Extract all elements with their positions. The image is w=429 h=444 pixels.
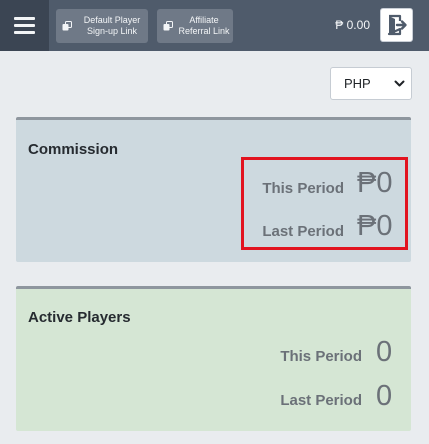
commission-this-period-label: This Period — [262, 180, 344, 197]
default-player-signup-link-label: Default Player Sign-up Link — [83, 15, 141, 36]
copy-icon — [163, 21, 173, 31]
active-players-title: Active Players — [28, 309, 131, 326]
top-bar: Default Player Sign-up Link Affiliate Re… — [0, 0, 429, 51]
commission-card: Commission This Period ₱0 Last Period ₱0 — [16, 117, 411, 262]
wallet-balance: ₱ 0.00 — [335, 18, 370, 32]
affiliate-referral-link-label: Affiliate Referral Link — [178, 15, 230, 36]
chevron-down-icon — [394, 80, 405, 87]
active-players-card: Active Players This Period 0 Last Period… — [16, 286, 411, 431]
commission-title: Commission — [28, 141, 119, 158]
copy-icon — [62, 21, 72, 31]
commission-this-period-value: ₱0 — [357, 167, 393, 199]
players-this-period-value: 0 — [376, 336, 393, 368]
commission-last-period-label: Last Period — [262, 223, 344, 240]
players-this-period-label: This Period — [280, 348, 362, 365]
logout-button[interactable] — [380, 8, 413, 42]
hamburger-menu-icon — [14, 17, 35, 20]
affiliate-referral-link-button[interactable]: Affiliate Referral Link — [157, 9, 233, 43]
currency-selected-value: PHP — [344, 76, 371, 91]
currency-select[interactable]: PHP — [330, 67, 412, 100]
default-player-signup-link-button[interactable]: Default Player Sign-up Link — [56, 9, 148, 43]
players-last-period-label: Last Period — [280, 392, 362, 409]
menu-toggle-button[interactable] — [0, 0, 49, 51]
logout-icon — [387, 14, 407, 36]
players-last-period-value: 0 — [376, 380, 393, 412]
commission-last-period-value: ₱0 — [357, 210, 393, 242]
